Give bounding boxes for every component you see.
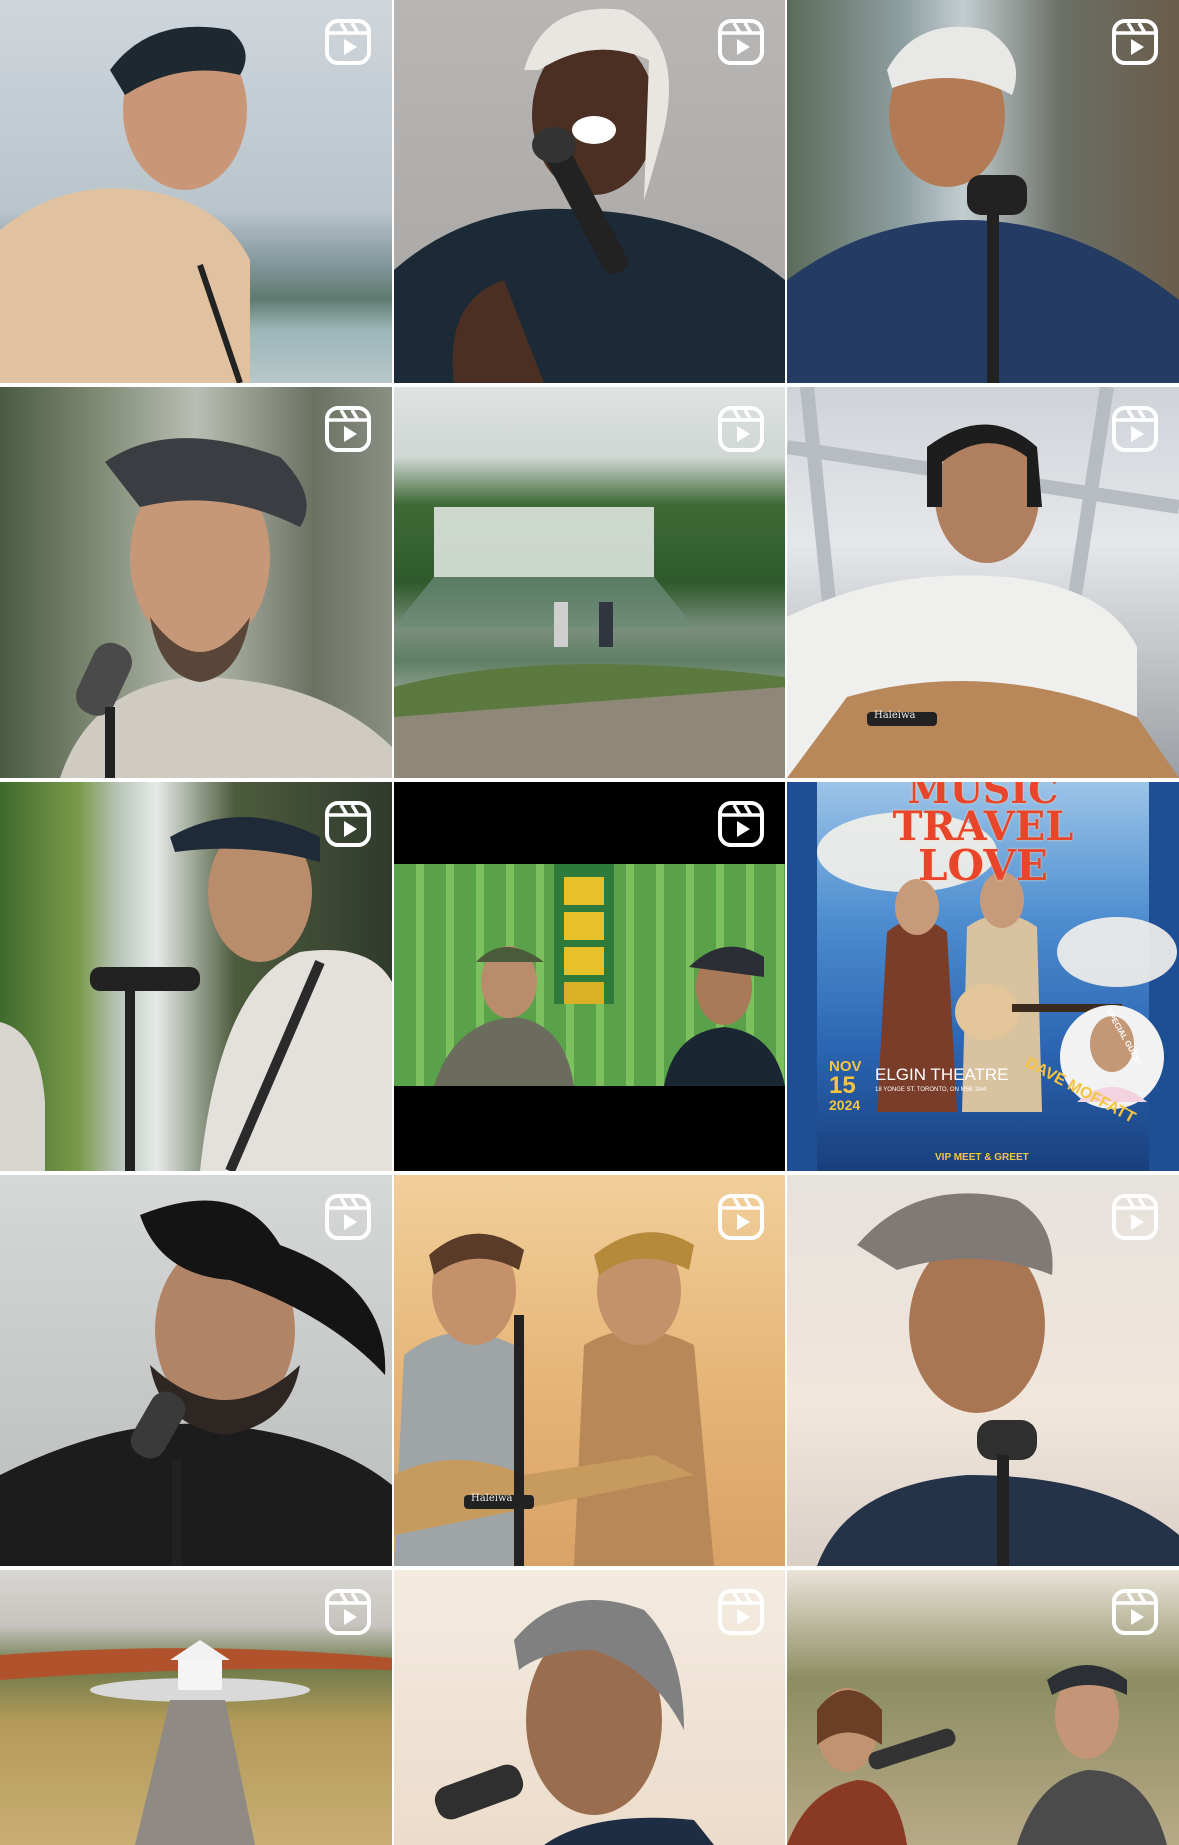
reels-icon [325,19,371,65]
reels-icon [718,1589,764,1635]
reels-icon [1112,1194,1158,1240]
poster-title-line: LOVE [918,841,1048,891]
reels-icon [1112,406,1158,452]
reels-icon [718,801,764,847]
reel-tile[interactable]: MUSIC TRAVEL LOVE NOV 15 2024 ELGIN THEA… [787,782,1179,1171]
reels-icon [325,1589,371,1635]
poster-date: NOV 15 2024 [829,1059,862,1112]
reels-icon [1112,19,1158,65]
poster-year: 2024 [829,1097,861,1113]
reels-icon [718,1194,764,1240]
poster-title: MUSIC TRAVEL LOVE [787,782,1179,891]
reel-tile[interactable]: Haleiwa [787,387,1179,778]
reels-icon [718,19,764,65]
reel-tile[interactable] [787,1570,1179,1845]
reel-tile[interactable] [394,782,785,1171]
guitar-brand: Haleiwa [471,1493,513,1504]
reels-icon [325,801,371,847]
reels-icon [718,406,764,452]
reel-tile[interactable] [0,387,392,778]
reel-tile[interactable]: Haleiwa [394,1175,785,1566]
reel-tile[interactable] [0,782,392,1171]
reels-icon [1112,1589,1158,1635]
poster-venue: ELGIN THEATRE [875,1065,1009,1084]
reels-icon [325,1194,371,1240]
guitar-brand: Haleiwa [874,710,916,721]
reel-tile[interactable] [787,0,1179,383]
reel-tile[interactable] [0,1570,392,1845]
poster-day: 15 [829,1072,856,1099]
poster-footer: VIP MEET & GREET [935,1152,1029,1163]
reel-tile[interactable] [787,1175,1179,1566]
reels-grid: Haleiwa MUSIC TRAVEL LOVE NOV 15 2024 EL… [0,0,1179,1845]
reel-tile[interactable] [394,1570,785,1845]
reels-icon [325,406,371,452]
reel-tile[interactable] [394,387,785,778]
reel-tile[interactable] [394,0,785,383]
poster-address: 18 YONGE ST. TORONTO, ON M5B 1M4 [875,1087,987,1093]
reel-tile[interactable] [0,0,392,383]
reel-tile[interactable] [0,1175,392,1566]
